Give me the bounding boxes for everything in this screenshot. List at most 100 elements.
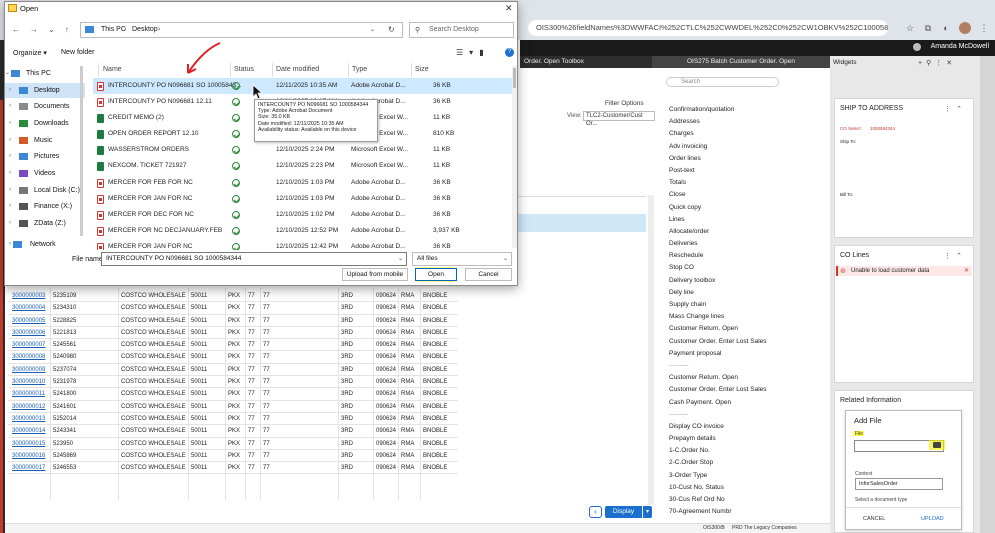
extensions-icon[interactable]: ⧉ xyxy=(923,23,933,33)
nav-item-network[interactable]: › Network xyxy=(5,237,85,252)
view-select[interactable]: TLC2-Customer/Cust Or... xyxy=(583,111,655,127)
file-type-select[interactable]: All files xyxy=(412,252,512,266)
file-row[interactable]: MERCER FOR JAN FOR NC 12/10/2025 12:42 PM… xyxy=(93,239,513,250)
table-row[interactable]: 3000000011 5241800 COSTCO WHOLESALE 50011 PK… xyxy=(8,388,458,401)
chevron-right-icon[interactable]: › xyxy=(124,26,126,33)
order-number-link[interactable]: 3000000004 xyxy=(12,302,45,314)
column-header-date-modified[interactable]: Date modified xyxy=(276,66,319,73)
chevron-right-icon[interactable]: › xyxy=(9,199,11,214)
column-header-size[interactable]: Size xyxy=(415,66,429,73)
star-icon[interactable]: ☆ xyxy=(905,23,915,33)
nav-item-this-pc[interactable]: ⌄ This PC xyxy=(1,66,81,81)
menu-item[interactable]: Post-text xyxy=(669,165,819,177)
chevron-right-icon[interactable]: › xyxy=(9,166,11,181)
order-number-link[interactable]: 3000000015 xyxy=(12,438,45,450)
table-row[interactable]: 3000000014 5243341 COSTCO WHOLESALE 50011 PK… xyxy=(8,425,458,438)
open-button[interactable]: Open xyxy=(415,268,457,281)
cancel-button[interactable]: Cancel xyxy=(465,268,512,281)
widgets-title[interactable]: Widgets xyxy=(833,59,856,66)
order-number-link[interactable]: 3000000005 xyxy=(12,315,45,327)
file-row[interactable]: WASSERSTROM ORDERS 12/10/2025 2:24 PM Micr… xyxy=(93,142,513,158)
nav-item-zdata-z[interactable]: › ZData (Z:) xyxy=(5,216,85,231)
menu-item[interactable]: Mass Change lines xyxy=(669,311,819,323)
file-name-input[interactable]: INTERCOUNTY PO N096681 SO 1000584344 xyxy=(101,252,407,266)
table-row[interactable]: 3000000005 5228825 COSTCO WHOLESALE 50011 PK… xyxy=(8,315,458,327)
chevron-right-icon[interactable]: › xyxy=(9,183,11,198)
help-icon[interactable]: ? xyxy=(505,48,514,57)
table-row[interactable]: 3000000008 5240980 COSTCO WHOLESALE 50011 PK… xyxy=(8,351,458,364)
menu-item[interactable]: Prepaym details xyxy=(669,433,819,445)
order-number-link[interactable]: 3000000014 xyxy=(12,425,45,437)
chevron-right-icon[interactable]: › xyxy=(9,133,11,148)
order-number-link[interactable]: 3000000008 xyxy=(12,351,45,363)
folder-icon[interactable] xyxy=(933,442,941,448)
menu-item[interactable]: Payment proposal xyxy=(669,348,819,360)
file-row[interactable]: NEXCOM. TICKET 721927 12/10/2025 2:23 PM M… xyxy=(93,158,513,174)
filter-options-link[interactable]: Filter Options xyxy=(605,100,644,107)
table-row[interactable]: 3000000010 5231978 COSTCO WHOLESALE 50011 PK… xyxy=(8,376,458,389)
nav-item-finance-x[interactable]: › Finance (X:) xyxy=(5,199,85,214)
chevron-down-icon[interactable]: ⌄ xyxy=(370,26,375,33)
search-desktop-input[interactable]: Search Desktop xyxy=(409,22,514,38)
table-row[interactable]: 3000000017 5246553 COSTCO WHOLESALE 50011 PK… xyxy=(8,462,458,475)
nav-item-documents[interactable]: › Documents xyxy=(5,99,85,114)
table-row[interactable]: 3000000016 5245869 COSTCO WHOLESALE 50011 PK… xyxy=(8,450,458,463)
organize-menu[interactable]: Organize ▾ xyxy=(13,49,47,57)
chevron-right-icon[interactable]: › xyxy=(158,26,160,33)
navigation-arrows[interactable]: ←→⌄↑ xyxy=(12,25,79,34)
widgets-controls[interactable]: +⚲⋮✕ xyxy=(918,59,956,67)
menu-item[interactable]: Deliveries xyxy=(669,238,819,250)
table-row[interactable]: 3000000012 5241601 COSTCO WHOLESALE 50011 PK… xyxy=(8,401,458,413)
menu-item[interactable]: Delivery toolbox xyxy=(669,275,819,287)
order-number-link[interactable]: 3000000003 xyxy=(12,290,45,302)
more-icon[interactable]: ⋮ xyxy=(979,23,989,33)
scrollbar-thumb[interactable] xyxy=(513,68,516,88)
display-dropdown-button[interactable]: ▾ xyxy=(642,506,652,518)
menu-item[interactable]: 30-Cus Ref Ord No xyxy=(669,494,819,506)
menu-item[interactable]: 70-Agreement Numbr xyxy=(669,506,819,518)
breadcrumb-desktop[interactable]: Desktop xyxy=(132,26,158,33)
account-avatar[interactable] xyxy=(959,22,971,34)
context-select[interactable]: InforSalesOrder xyxy=(855,478,943,490)
order-number-link[interactable]: 3000000007 xyxy=(12,339,45,351)
add-file-cancel-button[interactable]: CANCEL xyxy=(863,516,885,522)
view-options[interactable]: ☰▾▮ xyxy=(456,48,490,57)
table-row[interactable]: 3000000015 523950 COSTCO WHOLESALE 50011 PKX… xyxy=(8,438,458,450)
menu-item[interactable]: Supply chain xyxy=(669,299,819,311)
chevron-right-icon[interactable]: › xyxy=(9,116,11,131)
menu-item[interactable]: Lines xyxy=(669,214,819,226)
nav-item-videos[interactable]: › Videos xyxy=(5,166,85,181)
file-row[interactable]: MERCER FOR NC DECJANUARY.FEB 12/10/2025 1… xyxy=(93,223,513,239)
table-row[interactable]: 3000000004 5234310 COSTCO WHOLESALE 50011 PK… xyxy=(8,302,458,315)
order-number-link[interactable]: 3000000016 xyxy=(12,450,45,462)
menu-item[interactable]: Allocate/order xyxy=(669,226,819,238)
back-button[interactable]: ‹ xyxy=(589,506,602,518)
card-controls[interactable]: ⋮⌃ xyxy=(944,252,967,260)
new-folder-button[interactable]: New folder xyxy=(61,49,94,56)
menu-item[interactable]: Charges xyxy=(669,128,819,140)
breadcrumb[interactable] xyxy=(80,22,403,38)
user-name[interactable]: Amanda McDowell xyxy=(931,43,989,50)
menu-item[interactable]: 1-C.Order No. xyxy=(669,445,819,457)
menu-item[interactable]: Customer Order. Enter Lost Sales xyxy=(669,384,819,396)
table-row[interactable]: 3000000013 5252014 COSTCO WHOLESALE 50011 PK… xyxy=(8,413,458,426)
column-header-status[interactable]: Status xyxy=(234,66,254,73)
menu-item[interactable]: Display CO invoice xyxy=(669,421,819,433)
menu-item[interactable]: Quick copy xyxy=(669,202,819,214)
column-header-name[interactable]: Name xyxy=(103,66,122,73)
file-row[interactable]: MERCER FOR FEB FOR NC 12/10/2025 1:03 PM A… xyxy=(93,175,513,191)
chevron-right-icon[interactable]: › xyxy=(9,99,11,114)
right-scroll-strip[interactable] xyxy=(980,56,995,533)
nav-item-music[interactable]: › Music xyxy=(5,133,85,148)
chevron-right-icon[interactable]: › xyxy=(9,83,11,98)
order-number-link[interactable]: 3000000009 xyxy=(12,364,45,376)
nav-item-pictures[interactable]: › Pictures xyxy=(5,149,85,164)
menu-item[interactable]: Customer Return. Open xyxy=(669,372,819,384)
chevron-right-icon[interactable]: › xyxy=(9,216,11,231)
chevron-right-icon[interactable]: › xyxy=(9,237,11,252)
tab-order-open-toolbox[interactable]: Order. Open Toolbox xyxy=(520,56,652,68)
table-row[interactable]: 3000000007 5245561 COSTCO WHOLESALE 50011 PK… xyxy=(8,339,458,352)
order-number-link[interactable]: 3000000013 xyxy=(12,413,45,425)
display-button[interactable]: Display xyxy=(605,506,642,518)
nav-item-local-disk-c[interactable]: › Local Disk (C:) xyxy=(5,183,85,198)
